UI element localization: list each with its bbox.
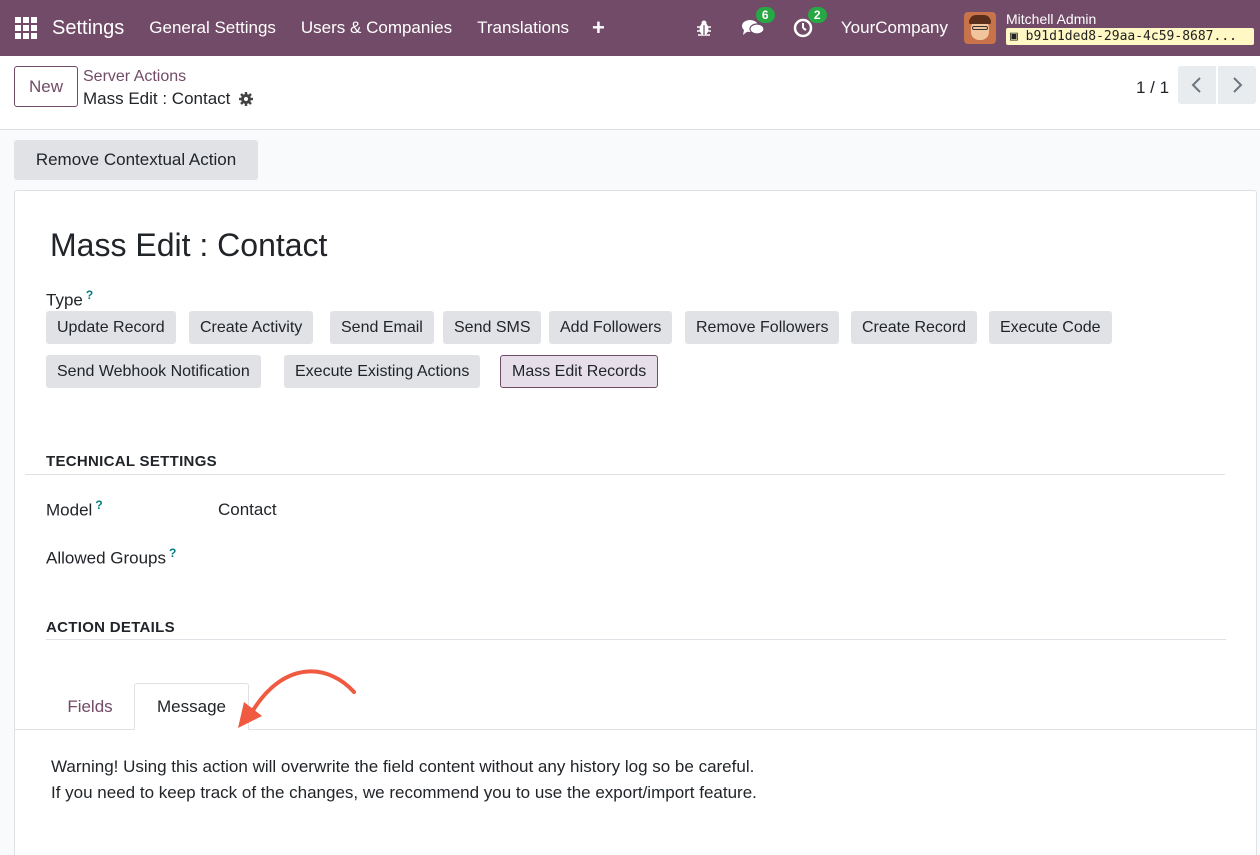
remove-contextual-action-button[interactable]: Remove Contextual Action — [14, 140, 258, 180]
allowed-groups-help-icon[interactable]: ? — [169, 546, 176, 560]
model-help-icon[interactable]: ? — [95, 498, 102, 512]
form-sheet: Mass Edit : Contact Type? Update Record … — [14, 190, 1257, 855]
pager-value[interactable]: 1 / 1 — [1136, 78, 1169, 98]
pager-next-button[interactable] — [1218, 66, 1256, 104]
type-send-webhook-notification[interactable]: Send Webhook Notification — [46, 355, 261, 388]
type-update-record[interactable]: Update Record — [46, 311, 176, 344]
type-create-activity[interactable]: Create Activity — [189, 311, 314, 344]
section-divider — [46, 639, 1226, 640]
new-button[interactable]: New — [14, 66, 78, 107]
database-name: ▣ b91d1ded8-29aa-4c59-8687... — [1006, 27, 1254, 45]
section-divider — [25, 474, 1225, 475]
type-execute-existing-actions[interactable]: Execute Existing Actions — [284, 355, 481, 388]
type-send-sms[interactable]: Send SMS — [443, 311, 542, 344]
messages-chat-icon[interactable]: 6 — [741, 7, 775, 38]
model-value[interactable]: Contact — [218, 500, 277, 520]
database-icon: ▣ — [1010, 28, 1018, 44]
model-label: Model? — [46, 498, 103, 521]
menu-translations[interactable]: Translations — [477, 18, 569, 38]
warning-message-line-2: If you need to keep track of the changes… — [51, 783, 757, 802]
activities-clock-icon[interactable]: 2 — [793, 7, 827, 38]
breadcrumb-server-actions[interactable]: Server Actions — [83, 68, 186, 86]
gear-icon[interactable] — [238, 91, 254, 107]
user-name: Mitchell Admin — [1006, 10, 1097, 27]
tab-fields[interactable]: Fields — [50, 683, 130, 730]
breadcrumb-current: Mass Edit : Contact — [83, 89, 254, 109]
menu-users-companies[interactable]: Users & Companies — [301, 18, 452, 38]
chevron-right-icon — [1233, 77, 1243, 93]
breadcrumb-record-name: Mass Edit : Contact — [83, 89, 231, 108]
database-value: b91d1ded8-29aa-4c59-8687... — [1025, 28, 1237, 44]
apps-menu-icon[interactable] — [0, 0, 52, 56]
activities-badge: 2 — [807, 7, 827, 23]
type-execute-code[interactable]: Execute Code — [989, 311, 1112, 344]
top-navbar: Settings General Settings Users & Compan… — [0, 0, 1260, 56]
control-panel: New Server Actions Mass Edit : Contact 1… — [0, 56, 1260, 130]
allowed-groups-label: Allowed Groups? — [46, 546, 176, 569]
messages-badge: 6 — [755, 7, 775, 23]
type-label: Type? — [46, 288, 93, 311]
type-remove-followers[interactable]: Remove Followers — [685, 311, 840, 344]
action-details-heading: ACTION DETAILS — [46, 619, 175, 636]
pager-previous-button[interactable] — [1178, 66, 1216, 104]
user-avatar[interactable] — [964, 12, 996, 44]
debug-bug-icon[interactable] — [695, 19, 713, 37]
warning-message-line-1: Warning! Using this action will overwrit… — [51, 757, 755, 776]
model-label-text: Model — [46, 500, 93, 520]
annotation-arrow-icon — [238, 669, 356, 728]
user-menu[interactable]: Mitchell Admin ▣ b91d1ded8-29aa-4c59-868… — [1006, 12, 1254, 45]
technical-settings-heading: TECHNICAL SETTINGS — [46, 453, 217, 470]
type-add-followers[interactable]: Add Followers — [549, 311, 673, 344]
type-mass-edit-records[interactable]: Mass Edit Records — [500, 355, 659, 388]
app-name[interactable]: Settings — [52, 17, 124, 40]
type-label-text: Type — [46, 290, 83, 310]
company-switcher[interactable]: YourCompany — [841, 18, 948, 38]
allowed-groups-label-text: Allowed Groups — [46, 548, 167, 568]
type-send-email[interactable]: Send Email — [330, 311, 434, 344]
type-help-icon[interactable]: ? — [86, 288, 93, 302]
allowed-groups-field[interactable] — [218, 543, 818, 571]
plus-icon[interactable]: + — [592, 15, 605, 41]
form-title[interactable]: Mass Edit : Contact — [50, 227, 327, 264]
type-create-record[interactable]: Create Record — [851, 311, 978, 344]
menu-general-settings[interactable]: General Settings — [149, 18, 276, 38]
chevron-left-icon — [1191, 77, 1201, 93]
